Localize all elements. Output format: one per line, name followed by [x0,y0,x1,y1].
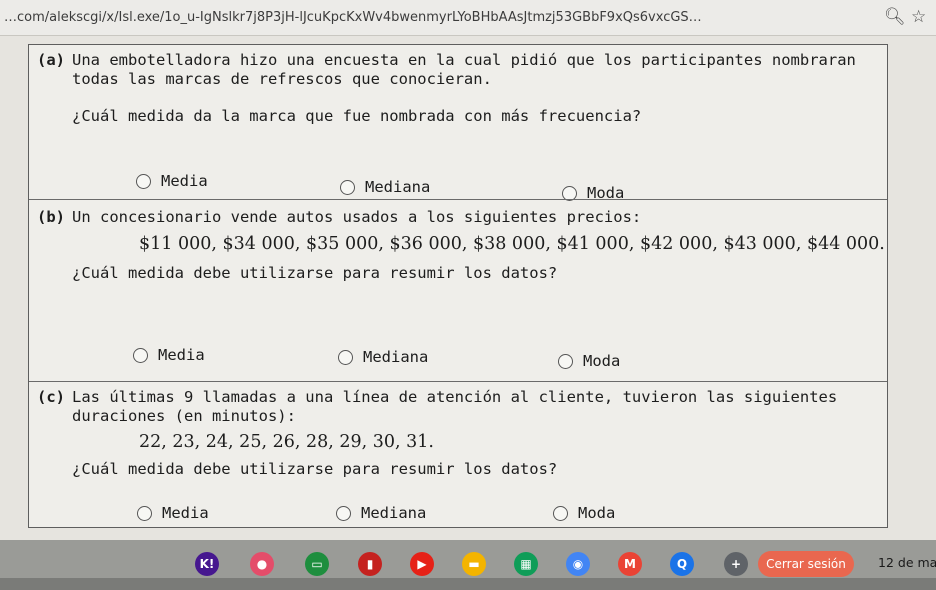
radio-button[interactable] [340,179,355,195]
option-media[interactable]: Media [137,504,209,522]
radio-button[interactable] [553,505,568,521]
option-media[interactable]: Media [133,346,205,364]
option-label: Mediana [363,348,429,366]
option-moda[interactable]: Moda [558,352,620,370]
option-label: Media [158,346,205,364]
kahoot-icon[interactable]: K! [195,552,219,576]
radio-button[interactable] [137,505,152,521]
option-media[interactable]: Media [136,172,208,190]
radio-button[interactable] [338,349,353,365]
question-stem: Un concesionario vende autos usados a lo… [72,208,642,226]
star-icon[interactable]: ☆ [911,7,926,27]
question-label: (b) [37,208,65,226]
option-label: Media [162,504,209,522]
screenshot-icon[interactable]: + [724,552,748,576]
option-label: Mediana [361,504,427,522]
question-text: ¿Cuál medida debe utilizarse para resumi… [72,264,558,282]
question-stem: Las últimas 9 llamadas a una línea de at… [72,388,838,425]
question-panel: (a) Una embotelladora hizo una encuesta … [28,44,888,528]
radio-button[interactable] [558,353,573,369]
question-c: (c) Las últimas 9 llamadas a una línea d… [29,381,887,527]
search-icon[interactable]: 🔍︎ [884,7,906,27]
sheets-icon[interactable]: ▦ [514,552,538,576]
chrome-icon[interactable]: ◉ [566,552,590,576]
option-label: Moda [578,504,616,522]
question-text: ¿Cuál medida debe utilizarse para resumi… [72,460,558,478]
youtube-icon[interactable]: ▶ [410,552,434,576]
option-label: Media [161,172,208,190]
question-stem: Una embotelladora hizo una encuesta en l… [72,51,856,88]
radio-button[interactable] [133,347,148,363]
app-shelf: K! ● ▭ ▮ ▶ ▬ ▦ ◉ M Q + Cerrar sesión 12 de may [0,540,936,590]
page-content: (a) Una embotelladora hizo una encuesta … [0,36,936,540]
question-label: (a) [37,51,65,69]
gmail-icon[interactable]: M [618,552,642,576]
option-moda[interactable]: Moda [553,504,615,522]
option-label: Mediana [365,178,431,196]
files-icon[interactable]: Q [670,552,694,576]
radio-button[interactable] [336,505,351,521]
date-label[interactable]: 12 de may [878,555,936,570]
classroom-icon[interactable]: ▭ [305,552,329,576]
paint-icon[interactable]: ● [250,552,274,576]
data-values: 22, 23, 24, 25, 26, 28, 29, 30, 31. [139,432,434,452]
question-a: (a) Una embotelladora hizo una encuesta … [29,45,887,202]
app-red-icon[interactable]: ▮ [358,552,382,576]
data-values: $11 000, $34 000, $35 000, $36 000, $38 … [139,234,885,254]
option-label: Moda [583,352,621,370]
option-mediana[interactable]: Mediana [338,348,428,366]
shelf-bottom-strip [0,578,936,590]
question-b: (b) Un concesionario vende autos usados … [29,199,887,381]
browser-address-bar[interactable]: …com/alekscgi/x/Isl.exe/1o_u-IgNslkr7j8P… [0,0,936,36]
option-mediana[interactable]: Mediana [340,178,430,196]
option-mediana[interactable]: Mediana [336,504,426,522]
question-label: (c) [37,388,65,406]
url-text[interactable]: …com/alekscgi/x/Isl.exe/1o_u-IgNslkr7j8P… [4,10,864,25]
radio-button[interactable] [136,173,151,189]
question-text: ¿Cuál medida da la marca que fue nombrad… [72,107,642,125]
docs-icon[interactable]: ▬ [462,552,486,576]
sign-out-button[interactable]: Cerrar sesión [758,551,854,577]
